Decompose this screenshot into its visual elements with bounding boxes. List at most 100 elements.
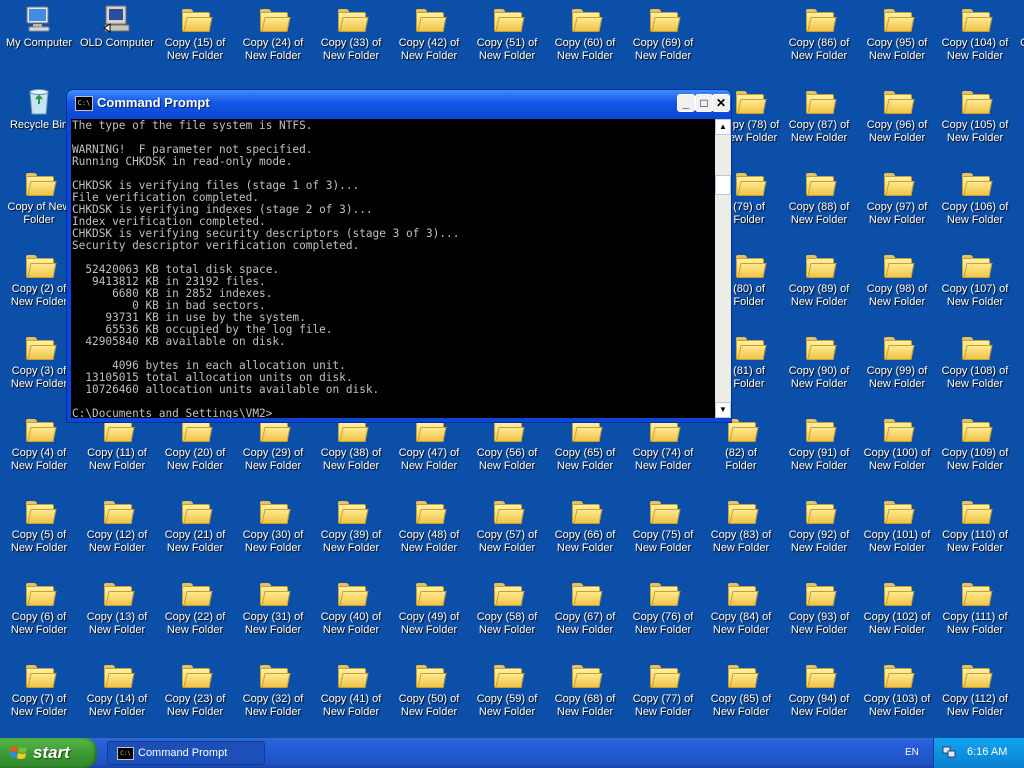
desktop-icon-my-computer[interactable]: My Computer xyxy=(0,0,78,82)
minimize-button[interactable]: _ xyxy=(677,94,695,112)
desktop-icon-folder[interactable]: Copy (105) of New Folder xyxy=(936,82,1014,164)
desktop-icon-folder[interactable]: Copy (101) of New Folder xyxy=(858,492,936,574)
desktop-icon-folder[interactable]: Copy (113) of New Folder xyxy=(1014,0,1024,82)
desktop-icon-label: Copy (41) of New Folder xyxy=(320,693,382,718)
language-indicator[interactable]: EN xyxy=(905,747,919,758)
scroll-up-button[interactable]: ▲ xyxy=(715,119,731,135)
desktop-icon-label: Copy (109) of New Folder xyxy=(941,447,1009,472)
close-button[interactable]: ✕ xyxy=(712,94,730,112)
desktop-icon-folder[interactable]: Copy (86) of New Folder xyxy=(780,0,858,82)
desktop-icon-folder[interactable]: Copy (39) of New Folder xyxy=(312,492,390,574)
desktop-icon-folder[interactable]: Copy (77) of New Folder xyxy=(624,656,702,738)
folder-icon xyxy=(102,660,135,690)
network-icon[interactable] xyxy=(942,745,956,759)
taskbar-button-command-prompt[interactable]: C:\ Command Prompt xyxy=(107,741,265,765)
desktop-icon-folder[interactable]: Copy (22) of New Folder xyxy=(156,574,234,656)
desktop-icon-label: Copy (23) of New Folder xyxy=(164,693,226,718)
folder-icon xyxy=(258,660,291,690)
desktop-icon-folder[interactable]: Copy (24) of New Folder xyxy=(234,0,312,82)
desktop-icon-folder[interactable]: Copy (97) of New Folder xyxy=(858,164,936,246)
desktop-icon-folder[interactable]: Copy (92) of New Folder xyxy=(780,492,858,574)
desktop-icon-folder[interactable]: Copy (15) of New Folder xyxy=(156,0,234,82)
desktop-icon-folder[interactable]: Copy (110) of New Folder xyxy=(936,492,1014,574)
vertical-scrollbar[interactable]: ▲ ▼ xyxy=(715,119,731,418)
desktop-icon-folder[interactable]: Copy (100) of New Folder xyxy=(858,410,936,492)
desktop-icon-folder[interactable]: Copy (51) of New Folder xyxy=(468,0,546,82)
start-button[interactable]: start xyxy=(0,738,97,768)
desktop-icon-folder[interactable]: Copy (66) of New Folder xyxy=(546,492,624,574)
desktop-icon-folder[interactable]: Copy (106) of New Folder xyxy=(936,164,1014,246)
desktop-icon-label: Copy (13) of New Folder xyxy=(86,611,148,636)
desktop-icon-label: Copy (30) of New Folder xyxy=(242,529,304,554)
desktop-icon-folder[interactable]: Copy (76) of New Folder xyxy=(624,574,702,656)
desktop-icon-folder[interactable]: Copy (99) of New Folder xyxy=(858,328,936,410)
desktop-icon-folder[interactable]: Copy (91) of New Folder xyxy=(780,410,858,492)
folder-icon xyxy=(804,168,837,198)
desktop-icon-folder[interactable]: Copy (6) of New Folder xyxy=(0,574,78,656)
desktop-icon-folder[interactable]: Copy (30) of New Folder xyxy=(234,492,312,574)
desktop-icon-folder[interactable]: Copy (89) of New Folder xyxy=(780,246,858,328)
desktop-icon-label: Copy (38) of New Folder xyxy=(320,447,382,472)
desktop-icon-folder[interactable]: Copy (40) of New Folder xyxy=(312,574,390,656)
desktop-icon-old-computer[interactable]: OLD Computer xyxy=(78,0,156,82)
desktop-icon-folder[interactable]: Copy (57) of New Folder xyxy=(468,492,546,574)
desktop-icon-folder[interactable]: Copy (33) of New Folder xyxy=(312,0,390,82)
desktop-icon-folder[interactable]: Copy (102) of New Folder xyxy=(858,574,936,656)
desktop-icon-folder[interactable]: Copy (107) of New Folder xyxy=(936,246,1014,328)
desktop-icon-folder[interactable]: Copy (60) of New Folder xyxy=(546,0,624,82)
folder-icon xyxy=(960,168,993,198)
desktop-icon-folder[interactable]: Copy (104) of New Folder xyxy=(936,0,1014,82)
desktop-icon-folder[interactable]: Copy (93) of New Folder xyxy=(780,574,858,656)
desktop-icon-folder[interactable]: Copy (7) of New Folder xyxy=(0,656,78,738)
desktop-icon-label: Copy (42) of New Folder xyxy=(398,37,460,62)
desktop-icon-folder[interactable]: Copy (49) of New Folder xyxy=(390,574,468,656)
desktop-icon-folder[interactable]: Copy (68) of New Folder xyxy=(546,656,624,738)
command-prompt-window[interactable]: C:\ Command Prompt _ □ ✕ The type of the… xyxy=(66,89,732,423)
desktop-icon-folder[interactable]: Copy (109) of New Folder xyxy=(936,410,1014,492)
desktop-icon-folder[interactable]: Copy (59) of New Folder xyxy=(468,656,546,738)
desktop-icon-folder[interactable]: Copy (103) of New Folder xyxy=(858,656,936,738)
desktop-icon-label: Copy (90) of New Folder xyxy=(788,365,850,390)
desktop-icon-folder[interactable]: Copy (108) of New Folder xyxy=(936,328,1014,410)
maximize-button[interactable]: □ xyxy=(695,94,713,112)
clock[interactable]: 6:16 AM xyxy=(967,746,1007,758)
desktop-icon-folder[interactable]: Copy (98) of New Folder xyxy=(858,246,936,328)
desktop-icon-folder[interactable]: Copy (83) of New Folder xyxy=(702,492,780,574)
console-output-area[interactable]: The type of the file system is NTFS. WAR… xyxy=(71,119,715,418)
folder-icon xyxy=(492,4,525,34)
desktop-icon-folder[interactable]: Copy (42) of New Folder xyxy=(390,0,468,82)
desktop-icon-folder[interactable]: Copy (21) of New Folder xyxy=(156,492,234,574)
desktop-icon-folder[interactable]: Copy (94) of New Folder xyxy=(780,656,858,738)
desktop-icon-folder[interactable]: Copy (85) of New Folder xyxy=(702,656,780,738)
desktop-icon-folder[interactable]: Copy (23) of New Folder xyxy=(156,656,234,738)
desktop-icon-folder[interactable]: Copy (90) of New Folder xyxy=(780,328,858,410)
desktop-icon-folder[interactable]: Copy (32) of New Folder xyxy=(234,656,312,738)
desktop-icon-folder[interactable]: Copy (112) of New Folder xyxy=(936,656,1014,738)
window-titlebar[interactable]: C:\ Command Prompt _ □ ✕ xyxy=(67,90,731,117)
scroll-thumb[interactable] xyxy=(715,175,731,195)
desktop-icon-folder[interactable]: Copy (14) of New Folder xyxy=(78,656,156,738)
desktop-icon-folder[interactable]: Copy (75) of New Folder xyxy=(624,492,702,574)
desktop-icon-folder[interactable]: Copy (13) of New Folder xyxy=(78,574,156,656)
desktop-icon-folder[interactable]: Copy (69) of New Folder xyxy=(624,0,702,82)
folder-icon xyxy=(24,660,57,690)
desktop-icon-folder[interactable]: Copy (87) of New Folder xyxy=(780,82,858,164)
desktop-icon-label: Copy (103) of New Folder xyxy=(863,693,931,718)
scroll-down-button[interactable]: ▼ xyxy=(715,402,731,418)
desktop-icon-folder[interactable]: Copy (95) of New Folder xyxy=(858,0,936,82)
folder-icon xyxy=(336,660,369,690)
desktop-icon-folder[interactable]: Copy (111) of New Folder xyxy=(936,574,1014,656)
desktop-icon-folder[interactable]: Copy (96) of New Folder xyxy=(858,82,936,164)
desktop-icon-folder[interactable]: Copy (84) of New Folder xyxy=(702,574,780,656)
folder-icon xyxy=(180,578,213,608)
desktop-icon-folder[interactable]: Copy (31) of New Folder xyxy=(234,574,312,656)
desktop-icon-folder[interactable]: Copy (88) of New Folder xyxy=(780,164,858,246)
desktop-icon-folder[interactable]: Copy (58) of New Folder xyxy=(468,574,546,656)
desktop-icon-folder[interactable]: Copy (50) of New Folder xyxy=(390,656,468,738)
desktop-icon-folder[interactable]: Copy (12) of New Folder xyxy=(78,492,156,574)
desktop-icon-folder[interactable]: Copy (41) of New Folder xyxy=(312,656,390,738)
desktop-icon-folder[interactable]: Copy (67) of New Folder xyxy=(546,574,624,656)
desktop-icon-folder[interactable]: Copy (5) of New Folder xyxy=(0,492,78,574)
folder-icon xyxy=(648,578,681,608)
desktop-icon-folder[interactable]: Copy (48) of New Folder xyxy=(390,492,468,574)
